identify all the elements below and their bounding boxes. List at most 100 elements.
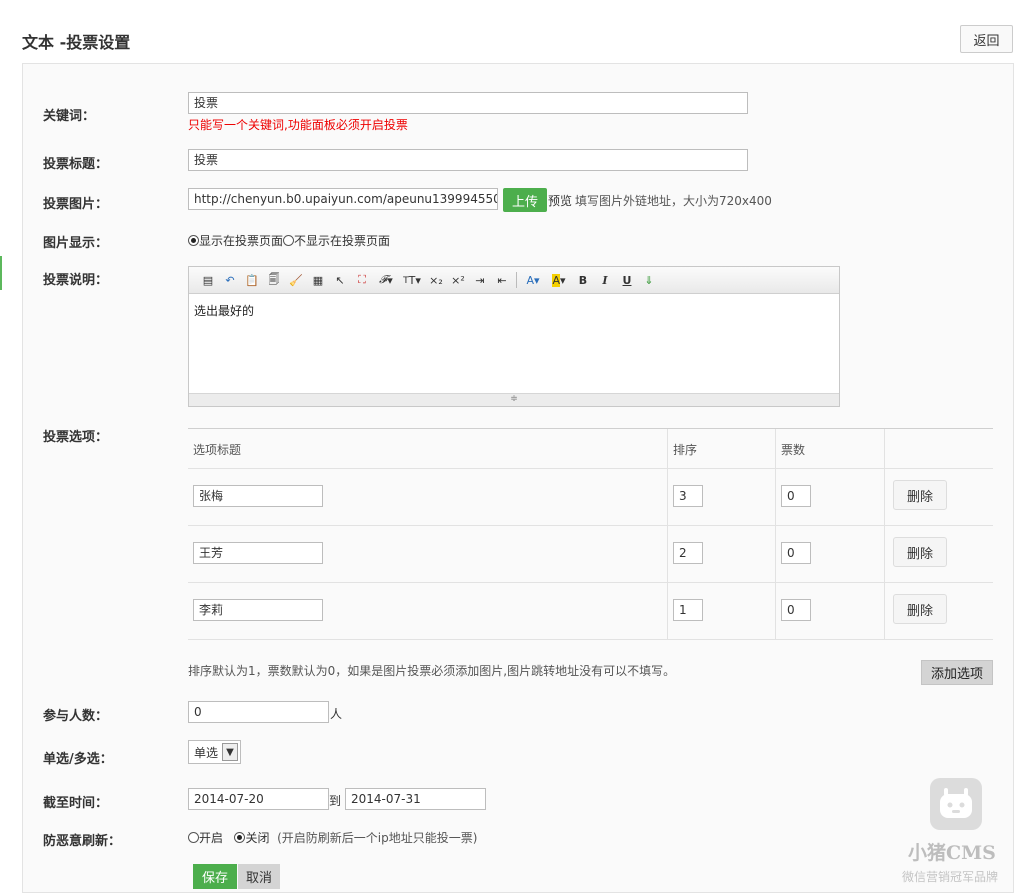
font-color-icon[interactable]: A▾ <box>520 270 546 290</box>
anti-spam-on-label: 开启 <box>199 831 224 845</box>
description-label: 投票说明： <box>43 273 109 288</box>
keyword-input[interactable]: 投票 <box>188 92 748 114</box>
column-divider <box>775 583 776 639</box>
back-button[interactable]: 返回 <box>960 25 1013 53</box>
option-order-input[interactable]: 1 <box>673 599 703 621</box>
paste-word-icon[interactable]: 🗐 <box>263 270 285 290</box>
chevron-down-icon: ▼ <box>222 743 238 761</box>
clear-format-icon[interactable]: 🧹 <box>285 270 307 290</box>
keyword-label: 关键词： <box>43 109 96 124</box>
option-title-input[interactable]: 李莉 <box>193 599 323 621</box>
option-title-input[interactable]: 张梅 <box>193 485 323 507</box>
vote-image-hint: 填写图片外链地址，大小为720x400 <box>575 194 772 208</box>
indent-icon[interactable]: ⇥ <box>469 270 491 290</box>
option-votes-header: 票数 <box>781 443 806 457</box>
underline-icon[interactable]: U <box>616 270 638 290</box>
anti-spam-note: (开启防刷新后一个ip地址只能投一票) <box>277 831 478 845</box>
select-all-icon[interactable]: ▦ <box>307 270 329 290</box>
option-order-input[interactable]: 2 <box>673 542 703 564</box>
insert-line-icon[interactable]: ⇓ <box>638 270 660 290</box>
hide-on-page-label: 不显示在投票页面 <box>294 234 391 248</box>
cancel-button[interactable]: 取消 <box>238 864 280 889</box>
select-mode-value: 单选 <box>194 745 219 760</box>
column-divider <box>775 526 776 582</box>
column-divider <box>884 583 885 639</box>
participants-input[interactable]: 0 <box>188 701 329 723</box>
fullscreen-icon[interactable]: ⛶ <box>351 270 373 290</box>
date-range-separator: 到 <box>329 794 342 808</box>
source-icon[interactable]: ▤ <box>197 270 219 290</box>
column-divider <box>884 429 885 468</box>
undo-icon[interactable]: ↶ <box>219 270 241 290</box>
toolbar-separator <box>516 272 517 288</box>
preview-link[interactable]: 预览 <box>548 192 572 209</box>
show-on-page-label: 显示在投票页面 <box>199 234 284 248</box>
anti-spam-off-radio[interactable] <box>234 832 246 843</box>
option-order-input[interactable]: 3 <box>673 485 703 507</box>
column-divider <box>775 469 776 525</box>
outdent-icon[interactable]: ⇤ <box>491 270 513 290</box>
select-mode-dropdown[interactable]: 单选 ▼ <box>188 740 241 764</box>
end-date-input[interactable]: 2014-07-31 <box>345 788 486 810</box>
option-title-header: 选项标题 <box>193 443 242 457</box>
options-hint: 排序默认为1，票数默认为0，如果是图片投票必须添加图片,图片跳转地址没有可以不填… <box>188 664 676 678</box>
pointer-icon[interactable]: ↖ <box>329 270 351 290</box>
option-row: 张梅 3 0 删除 <box>188 469 993 526</box>
anti-spam-options: 开启 关闭 (开启防刷新后一个ip地址只能投一票) <box>188 829 477 846</box>
font-size-icon[interactable]: T T▾ <box>399 270 425 290</box>
column-divider <box>667 469 668 525</box>
add-option-button[interactable]: 添加选项 <box>921 660 993 685</box>
option-votes-input[interactable]: 0 <box>781 485 811 507</box>
start-date-input[interactable]: 2014-07-20 <box>188 788 329 810</box>
editor-resize-handle[interactable]: ≑ <box>189 393 839 406</box>
option-votes-input[interactable]: 0 <box>781 542 811 564</box>
column-divider <box>884 526 885 582</box>
delete-option-button[interactable]: 删除 <box>893 537 947 567</box>
highlight-icon[interactable]: A ▾ <box>546 270 572 290</box>
column-divider <box>775 429 776 468</box>
delete-option-button[interactable]: 删除 <box>893 594 947 624</box>
left-accent <box>0 256 2 290</box>
vote-title-label: 投票标题： <box>43 157 109 172</box>
column-divider <box>667 583 668 639</box>
column-divider <box>667 526 668 582</box>
participants-label: 参与人数： <box>43 709 109 724</box>
subscript-icon[interactable]: ×₂ <box>425 270 447 290</box>
editor-toolbar: ▤ ↶ 📋 🗐 🧹 ▦ ↖ ⛶ 𝓕 ▾ T T▾ ×₂ ×² ⇥ ⇤ A▾ A ▾ B… <box>189 267 839 294</box>
anti-spam-on-radio[interactable] <box>188 832 199 843</box>
option-row: 李莉 1 0 删除 <box>188 583 993 640</box>
image-display-options: 显示在投票页面 不显示在投票页面 <box>188 232 390 249</box>
image-display-label: 图片显示： <box>43 236 109 251</box>
page-title: 文本 -投票设置 <box>22 33 131 52</box>
option-votes-input[interactable]: 0 <box>781 599 811 621</box>
watermark-tagline: 微信营销冠军品牌 <box>902 870 999 884</box>
paste-icon[interactable]: 📋 <box>241 270 263 290</box>
column-divider <box>884 469 885 525</box>
watermark-brand: 小猪CMS <box>908 842 996 864</box>
select-mode-label: 单选/多选： <box>43 752 113 767</box>
watermark-logo-icon <box>930 778 982 830</box>
superscript-icon[interactable]: ×² <box>447 270 469 290</box>
rich-text-editor[interactable]: ▤ ↶ 📋 🗐 🧹 ▦ ↖ ⛶ 𝓕 ▾ T T▾ ×₂ ×² ⇥ ⇤ A▾ A ▾ B… <box>188 266 840 407</box>
vote-image-url-input[interactable]: http://chenyun.b0.upaiyun.com/apeunu1399… <box>188 188 498 210</box>
participants-unit: 人 <box>330 707 343 721</box>
hide-on-page-radio[interactable] <box>283 235 295 246</box>
upload-button[interactable]: 上传 <box>503 188 547 212</box>
vote-options-table: 选项标题 排序 票数 张梅 3 0 删除 王芳 2 0 删除 李莉 1 0 删除 <box>188 428 993 640</box>
anti-spam-label: 防恶意刷新： <box>43 834 122 849</box>
vote-image-label: 投票图片： <box>43 197 109 212</box>
vote-title-input[interactable]: 投票 <box>188 149 748 171</box>
delete-option-button[interactable]: 删除 <box>893 480 947 510</box>
column-divider <box>667 429 668 468</box>
save-button[interactable]: 保存 <box>193 864 237 889</box>
anti-spam-off-label: 关闭 <box>245 831 270 845</box>
font-family-icon[interactable]: 𝓕 ▾ <box>373 270 399 290</box>
keyword-hint: 只能写一个关键词,功能面板必须开启投票 <box>188 118 408 132</box>
bold-icon[interactable]: B <box>572 270 594 290</box>
show-on-page-radio[interactable] <box>188 235 199 246</box>
italic-icon[interactable]: I <box>594 270 616 290</box>
option-order-header: 排序 <box>673 443 698 457</box>
editor-content[interactable]: 选出最好的 <box>189 294 839 388</box>
option-title-input[interactable]: 王芳 <box>193 542 323 564</box>
option-row: 王芳 2 0 删除 <box>188 526 993 583</box>
